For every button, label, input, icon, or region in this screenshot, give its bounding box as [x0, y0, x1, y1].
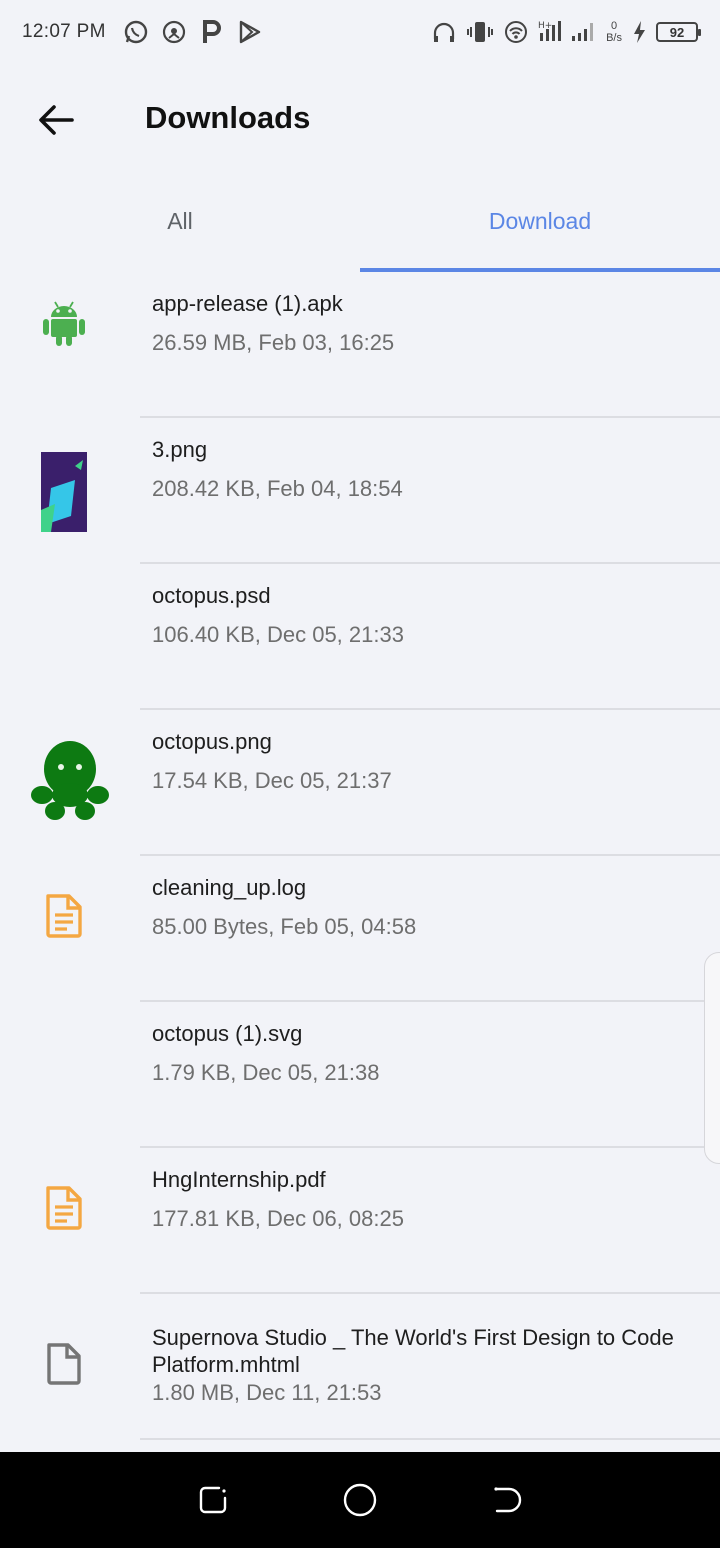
- charging-icon: [630, 18, 648, 46]
- arrow-left-icon: [39, 105, 74, 135]
- fast-scroll-handle[interactable]: [704, 952, 720, 1164]
- file-meta: 85.00 Bytes, Feb 05, 04:58: [152, 914, 417, 939]
- file-meta: 17.54 KB, Dec 05, 21:37: [152, 768, 392, 793]
- file-icon: [24, 1306, 104, 1422]
- headphones-icon: [430, 18, 458, 46]
- tab-bar: All Download: [0, 180, 720, 272]
- home-circle-icon: [343, 1483, 377, 1517]
- document-icon: [24, 1158, 104, 1258]
- wifi-icon: [502, 18, 530, 46]
- network-speed-unit: B/s: [606, 32, 622, 44]
- play-store-icon: [236, 18, 264, 46]
- app-bar: Downloads: [0, 64, 720, 176]
- hotspot-icon: [160, 18, 188, 46]
- file-meta: 177.81 KB, Dec 06, 08:25: [152, 1206, 404, 1231]
- file-name: octopus (1).svg: [152, 1021, 303, 1046]
- document-icon: [24, 866, 104, 966]
- file-name: cleaning_up.log: [152, 875, 307, 900]
- signal-icon: H+: [538, 18, 598, 46]
- status-time: 12:07 PM: [22, 21, 106, 42]
- parking-p-icon: [198, 18, 226, 46]
- android-icon: [24, 272, 104, 372]
- octopus-thumbnail: [18, 720, 122, 840]
- file-name: Supernova Studio _ The World's First Des…: [152, 1325, 674, 1377]
- list-item[interactable]: HngInternship.pdf 177.81 KB, Dec 06, 08:…: [0, 1148, 720, 1294]
- file-name: octopus.psd: [152, 583, 271, 608]
- home-button[interactable]: [330, 1470, 390, 1530]
- battery-indicator: 92: [656, 22, 701, 42]
- status-left: 12:07 PM: [22, 18, 264, 46]
- file-meta: 106.40 KB, Dec 05, 21:33: [152, 622, 404, 647]
- list-item[interactable]: app-release (1).apk 26.59 MB, Feb 03, 16…: [0, 272, 720, 418]
- svg-text:H+: H+: [538, 21, 552, 31]
- list-item[interactable]: cleaning_up.log 85.00 Bytes, Feb 05, 04:…: [0, 856, 720, 1002]
- file-name: octopus.png: [152, 729, 272, 754]
- back-nav-button[interactable]: [477, 1470, 537, 1530]
- list-item[interactable]: Supernova Studio _ The World's First Des…: [0, 1294, 720, 1440]
- back-nav-icon: [494, 1487, 521, 1513]
- list-item[interactable]: octopus.psd 106.40 KB, Dec 05, 21:33: [0, 564, 720, 710]
- back-button[interactable]: [26, 94, 86, 146]
- vibrate-icon: [466, 18, 494, 46]
- file-list: app-release (1).apk 26.59 MB, Feb 03, 16…: [0, 272, 720, 1440]
- file-name: HngInternship.pdf: [152, 1167, 326, 1192]
- recent-apps-button[interactable]: [183, 1470, 243, 1530]
- file-meta: 1.79 KB, Dec 05, 21:38: [152, 1060, 380, 1085]
- tab-all[interactable]: All: [0, 180, 360, 272]
- divider: [140, 1438, 720, 1440]
- file-meta: 26.59 MB, Feb 03, 16:25: [152, 330, 395, 355]
- status-right: H+ 0 B/s 92: [430, 18, 701, 46]
- file-meta: 1.80 MB, Dec 11, 21:53: [152, 1380, 382, 1405]
- whatsapp-icon: [122, 18, 150, 46]
- list-item[interactable]: octopus.png 17.54 KB, Dec 05, 21:37: [0, 710, 720, 856]
- recents-icon: [200, 1486, 227, 1514]
- page-title: Downloads: [145, 100, 311, 135]
- file-meta: 208.42 KB, Feb 04, 18:54: [152, 476, 403, 501]
- tab-download[interactable]: Download: [360, 180, 720, 272]
- navigation-bar: [0, 1452, 720, 1548]
- network-speed-value: 0: [610, 20, 618, 32]
- list-item[interactable]: octopus (1).svg 1.79 KB, Dec 05, 21:38: [0, 1002, 720, 1148]
- file-name: app-release (1).apk: [152, 291, 343, 316]
- status-bar: 12:07 PM H+ 0 B/s 92: [0, 0, 720, 64]
- file-name: 3.png: [152, 437, 208, 462]
- image-thumbnail: [24, 436, 104, 548]
- list-item[interactable]: 3.png 208.42 KB, Feb 04, 18:54: [0, 418, 720, 564]
- network-speed: 0 B/s: [606, 20, 622, 44]
